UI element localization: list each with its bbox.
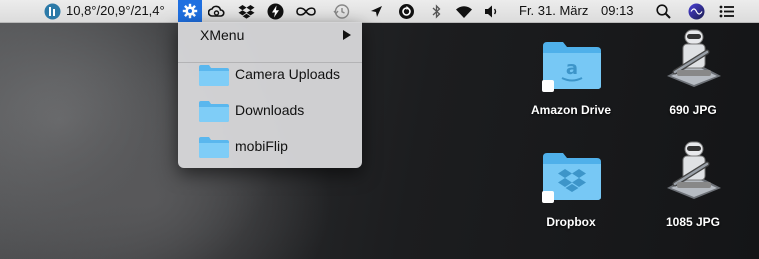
menu-item-label: Downloads — [235, 102, 305, 118]
weather-app-icon[interactable] — [44, 3, 61, 20]
desktop-icon-label: Dropbox — [546, 215, 596, 229]
automator-robot-icon — [667, 141, 721, 199]
folder-icon — [199, 65, 229, 86]
menu-item-mobiflip[interactable]: mobiFlip — [178, 134, 362, 160]
menu-item-downloads[interactable]: Downloads — [178, 98, 362, 124]
bluetooth-icon[interactable] — [428, 3, 445, 20]
gear-icon[interactable] — [178, 0, 202, 22]
desktop-icon-label: Amazon Drive — [530, 103, 612, 117]
cloud-icon[interactable] — [208, 3, 225, 20]
menubar-time[interactable]: 09:13 — [601, 0, 634, 22]
weather-readout[interactable]: 10,8°/20,9°/21,4° — [66, 0, 165, 22]
bolt-icon[interactable] — [267, 3, 284, 20]
desktop-icon-dropbox[interactable]: Dropbox — [521, 146, 621, 236]
notification-center-icon[interactable] — [718, 3, 735, 20]
desktop-icon-690-jpg[interactable]: 690 JPG — [643, 26, 743, 124]
menu-item-label: Camera Uploads — [235, 66, 341, 82]
folder-icon — [199, 101, 229, 122]
wifi-icon[interactable] — [454, 3, 474, 20]
menu-item-label: XMenu — [200, 27, 245, 43]
dropbox-icon[interactable] — [238, 3, 255, 20]
alias-arrow-icon — [542, 80, 554, 92]
submenu-arrow-icon — [343, 30, 351, 40]
menu-item-camera-uploads[interactable]: Camera Uploads — [178, 62, 362, 88]
folder-icon — [199, 137, 229, 158]
location-icon[interactable] — [368, 3, 385, 20]
svg-text:a: a — [566, 58, 578, 79]
menu-bar: 10,8°/20,9°/21,4° Fr. 31. März 09:13 — [0, 0, 759, 23]
menubar-date[interactable]: Fr. 31. März — [519, 0, 588, 22]
desktop-icon-amazon-drive[interactable]: a Amazon Drive — [521, 34, 621, 124]
xmenu-dropdown: XMenu Camera Uploads Downloads mobiFlip — [178, 22, 362, 168]
time-machine-icon[interactable] — [333, 3, 350, 20]
alias-arrow-icon — [542, 191, 554, 203]
menu-item-label: mobiFlip — [235, 138, 288, 154]
desktop-icon-label: 690 JPG — [669, 103, 717, 117]
siri-icon[interactable] — [688, 3, 705, 20]
spotlight-icon[interactable] — [655, 3, 672, 20]
sync-icon[interactable] — [398, 3, 415, 20]
automator-robot-icon — [667, 29, 721, 87]
infinity-icon[interactable] — [293, 3, 319, 20]
desktop-icon-label: 1085 JPG — [665, 215, 721, 229]
desktop-icon-1085-jpg[interactable]: 1085 JPG — [643, 138, 743, 236]
menu-item-xmenu[interactable]: XMenu — [178, 23, 362, 49]
volume-icon[interactable] — [483, 3, 500, 20]
